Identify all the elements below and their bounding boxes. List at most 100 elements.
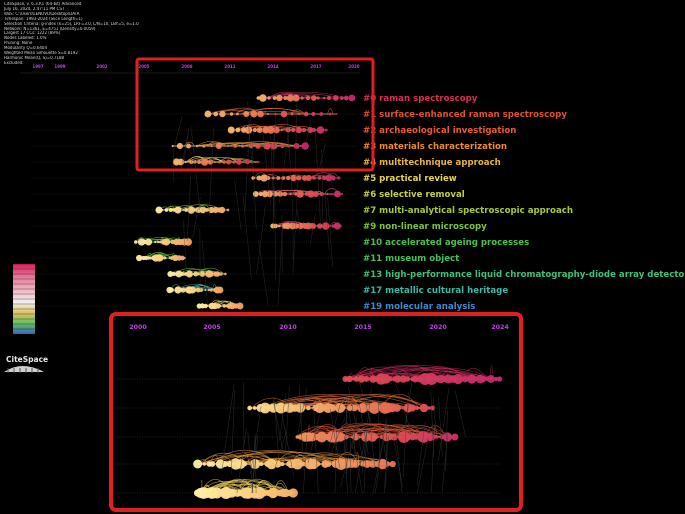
reference-node[interactable] bbox=[323, 96, 326, 100]
timeline-visualization[interactable]: 1997 1999 2002 2005 2008 2011 2014 2017 2020 #0 … bbox=[0, 0, 685, 514]
reference-node[interactable] bbox=[251, 176, 255, 180]
reference-node[interactable] bbox=[189, 160, 194, 164]
reference-node[interactable] bbox=[210, 144, 213, 148]
reference-node[interactable] bbox=[219, 304, 222, 308]
reference-node[interactable] bbox=[235, 127, 241, 133]
cluster-label[interactable]: #1 surface-enhanced raman spectroscopy bbox=[363, 110, 567, 120]
reference-node[interactable] bbox=[266, 112, 270, 116]
cluster-timeline[interactable] bbox=[30, 91, 358, 310]
reference-node[interactable] bbox=[226, 144, 230, 148]
reference-node[interactable] bbox=[317, 176, 322, 180]
reference-node[interactable] bbox=[236, 159, 242, 165]
reference-node[interactable] bbox=[273, 223, 278, 229]
reference-node[interactable] bbox=[276, 176, 281, 180]
cluster-label[interactable]: #5 practical review bbox=[363, 174, 457, 184]
reference-node[interactable] bbox=[227, 126, 235, 134]
cluster-label[interactable]: #6 selective removal bbox=[363, 190, 465, 200]
reference-node[interactable] bbox=[301, 142, 309, 150]
reference-node[interactable] bbox=[207, 159, 214, 165]
reference-node[interactable] bbox=[281, 176, 286, 180]
reference-node[interactable] bbox=[174, 206, 182, 214]
reference-node[interactable] bbox=[185, 270, 193, 278]
cluster-label[interactable]: #0 raman spectroscopy bbox=[363, 94, 478, 104]
reference-node[interactable] bbox=[280, 128, 283, 132]
reference-node[interactable] bbox=[156, 254, 164, 262]
reference-node[interactable] bbox=[244, 159, 250, 165]
reference-node[interactable] bbox=[236, 302, 244, 310]
reference-node[interactable] bbox=[339, 96, 344, 100]
reference-node[interactable] bbox=[219, 272, 223, 276]
reference-node[interactable] bbox=[242, 160, 245, 164]
reference-node[interactable] bbox=[169, 287, 174, 293]
reference-node[interactable] bbox=[280, 461, 285, 467]
reference-node[interactable] bbox=[164, 256, 167, 260]
reference-node[interactable] bbox=[243, 111, 250, 117]
reference-node[interactable] bbox=[184, 160, 187, 164]
reference-node[interactable] bbox=[326, 95, 332, 101]
reference-node[interactable] bbox=[311, 112, 316, 116]
reference-node[interactable] bbox=[156, 240, 160, 244]
reference-node[interactable] bbox=[366, 377, 370, 381]
reference-node[interactable] bbox=[346, 375, 353, 383]
reference-node[interactable] bbox=[448, 435, 452, 439]
zoomed-timeline-inset[interactable]: 2000 2005 2010 2015 2020 2024 bbox=[117, 324, 509, 499]
reference-node[interactable] bbox=[343, 95, 349, 101]
reference-node[interactable] bbox=[209, 461, 216, 467]
reference-node[interactable] bbox=[216, 286, 224, 294]
reference-node[interactable] bbox=[215, 142, 222, 150]
cluster-label[interactable]: #10 accelerated ageing processes bbox=[363, 238, 529, 248]
reference-node[interactable] bbox=[257, 110, 264, 118]
reference-node[interactable] bbox=[375, 435, 379, 439]
reference-node[interactable] bbox=[351, 460, 360, 468]
reference-node[interactable] bbox=[283, 96, 288, 100]
reference-node[interactable] bbox=[197, 160, 202, 164]
reference-node[interactable] bbox=[333, 190, 341, 198]
reference-node[interactable] bbox=[267, 96, 271, 100]
reference-node[interactable] bbox=[280, 110, 288, 118]
reference-node[interactable] bbox=[329, 192, 333, 196]
reference-node[interactable] bbox=[205, 208, 209, 212]
reference-node[interactable] bbox=[328, 112, 332, 116]
reference-node[interactable] bbox=[219, 110, 226, 118]
reference-node[interactable] bbox=[282, 191, 288, 197]
reference-node[interactable] bbox=[319, 112, 324, 116]
reference-node[interactable] bbox=[290, 112, 294, 116]
reference-node[interactable] bbox=[301, 127, 307, 133]
reference-node[interactable] bbox=[184, 208, 188, 212]
cluster-label[interactable]: #19 molecular analysis bbox=[363, 302, 475, 312]
reference-node[interactable] bbox=[300, 96, 304, 100]
reference-node[interactable] bbox=[167, 240, 171, 244]
reference-node[interactable] bbox=[276, 94, 283, 102]
reference-node[interactable] bbox=[312, 176, 316, 180]
reference-node[interactable] bbox=[280, 143, 285, 149]
reference-node[interactable] bbox=[315, 461, 321, 467]
reference-node[interactable] bbox=[384, 461, 391, 467]
cluster-label[interactable]: #4 multitechnique approach bbox=[363, 158, 501, 168]
cluster-label[interactable]: #2 archaeological investigation bbox=[363, 126, 516, 136]
reference-node[interactable] bbox=[256, 160, 260, 164]
reference-node[interactable] bbox=[171, 144, 174, 148]
cluster-label[interactable]: #3 materials characterization bbox=[363, 142, 507, 152]
reference-node[interactable] bbox=[293, 142, 300, 150]
reference-node[interactable] bbox=[325, 461, 332, 467]
reference-node[interactable] bbox=[339, 405, 346, 411]
reference-node[interactable] bbox=[252, 406, 257, 410]
reference-node[interactable] bbox=[341, 192, 344, 196]
reference-node[interactable] bbox=[195, 144, 199, 148]
reference-node[interactable] bbox=[213, 111, 219, 117]
reference-node[interactable] bbox=[317, 223, 323, 229]
reference-node[interactable] bbox=[232, 160, 236, 164]
reference-node[interactable] bbox=[348, 94, 356, 102]
reference-node[interactable] bbox=[292, 94, 300, 102]
reference-node[interactable] bbox=[199, 288, 203, 292]
reference-node[interactable] bbox=[316, 96, 320, 100]
reference-node[interactable] bbox=[272, 96, 277, 100]
reference-node[interactable] bbox=[274, 112, 277, 116]
reference-node[interactable] bbox=[242, 461, 248, 467]
reference-node[interactable] bbox=[226, 208, 230, 212]
reference-node[interactable] bbox=[213, 160, 216, 164]
reference-node[interactable] bbox=[335, 112, 338, 116]
reference-node[interactable] bbox=[233, 144, 237, 148]
reference-node[interactable] bbox=[154, 240, 157, 244]
reference-node[interactable] bbox=[250, 110, 258, 118]
